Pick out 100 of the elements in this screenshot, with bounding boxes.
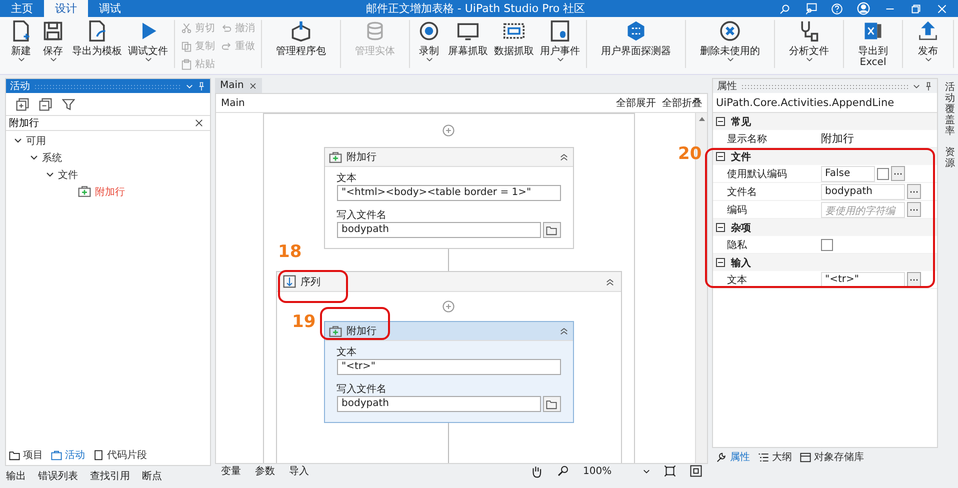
tree-item[interactable]: 可用 xyxy=(26,134,46,148)
output-tab[interactable]: 断点 xyxy=(142,469,162,483)
account-icon[interactable] xyxy=(857,2,870,15)
tree-item[interactable]: 文件 xyxy=(58,168,78,182)
ribbon-button[interactable]: 管理程序包 xyxy=(266,20,336,57)
clipboard-icon xyxy=(181,58,192,70)
tree-item[interactable]: 系统 xyxy=(42,150,62,164)
zoom-level[interactable]: 100% xyxy=(583,466,629,476)
field-label: 文本 xyxy=(336,172,358,185)
collapse-toggle-icon[interactable] xyxy=(716,258,725,267)
panel-title: 活动 xyxy=(10,80,30,93)
expand-all-icon[interactable] xyxy=(16,98,29,110)
designer-tab[interactable]: 变量 xyxy=(221,464,241,478)
checkbox[interactable] xyxy=(821,238,833,250)
add-activity-icon[interactable] xyxy=(442,300,455,313)
collapse-all-icon[interactable] xyxy=(39,98,52,110)
breadcrumb[interactable]: Main xyxy=(221,98,610,108)
collapse-toggle-icon[interactable] xyxy=(716,223,725,232)
ribbon-button[interactable]: 调试文件 xyxy=(126,20,170,62)
property-field[interactable]: False xyxy=(821,166,875,182)
hand-icon[interactable] xyxy=(530,464,543,478)
caret-icon xyxy=(556,57,564,62)
collapse-toggle-icon[interactable] xyxy=(716,117,725,126)
panel-tab[interactable]: 属性 xyxy=(716,450,750,464)
side-tab[interactable]: 活动覆盖率 xyxy=(945,82,955,137)
fit-screen-icon[interactable] xyxy=(664,465,676,477)
package-icon xyxy=(290,20,312,42)
expression-field[interactable]: bodypath xyxy=(336,222,540,238)
document-tab[interactable]: Main xyxy=(215,78,262,93)
browse-folder-button[interactable] xyxy=(542,222,560,238)
property-field[interactable]: "<tr>" xyxy=(821,272,905,288)
pin-icon[interactable] xyxy=(924,82,933,90)
chevron-icon[interactable] xyxy=(14,136,22,144)
folder-icon xyxy=(546,398,557,410)
ribbon-button[interactable]: 录制 xyxy=(414,20,444,62)
panel-tab[interactable]: 项目 xyxy=(9,448,43,462)
panel-tab[interactable]: 代码片段 xyxy=(93,448,147,462)
field-label: 文本 xyxy=(336,346,358,359)
ribbon-button[interactable]: 新建 xyxy=(6,20,36,62)
property-field[interactable]: bodypath xyxy=(821,184,905,200)
menu-tab[interactable]: 设计 xyxy=(44,0,88,17)
mouse-window-icon xyxy=(549,20,571,42)
save-icon xyxy=(42,20,64,42)
expand-all-link[interactable]: 全部展开 xyxy=(616,96,656,110)
activity-card[interactable]: 附加行 文本 "<html><body><table border = 1>" 写入文件名 bodypath xyxy=(324,147,574,249)
ellipsis-button[interactable] xyxy=(907,272,921,287)
panel-tab[interactable]: 对象存储库 xyxy=(800,450,864,464)
output-tab[interactable]: 查找引用 xyxy=(90,469,130,483)
ribbon-button[interactable]: 发布 xyxy=(907,20,949,62)
field-label: 写入文件名 xyxy=(336,382,388,396)
ribbon-button[interactable]: 用户界面探测器 xyxy=(591,20,681,57)
designer-tab[interactable]: 参数 xyxy=(255,464,275,478)
designer-tab[interactable]: 导入 xyxy=(289,464,309,478)
ribbon-button[interactable]: 导出到 Excel xyxy=(848,20,898,68)
chevron-icon[interactable] xyxy=(46,170,54,178)
annotation-number: 18 xyxy=(278,242,302,262)
clear-icon[interactable] xyxy=(194,118,204,128)
browse-folder-button[interactable] xyxy=(542,396,560,412)
zoom-icon[interactable] xyxy=(557,465,569,477)
expression-field[interactable]: bodypath xyxy=(336,396,540,412)
panel-title: 属性 xyxy=(717,80,737,93)
restore-icon[interactable] xyxy=(910,2,922,14)
expression-field[interactable]: "<html><body><table border = 1>" xyxy=(336,185,560,201)
chevron-icon[interactable] xyxy=(30,154,38,162)
panel-tab[interactable]: 活动 xyxy=(51,448,85,462)
feedback-icon[interactable] xyxy=(805,2,817,14)
expression-field[interactable]: "<tr>" xyxy=(336,359,560,375)
activity-title: 附加行 xyxy=(346,324,378,338)
tree-item[interactable]: 附加行 xyxy=(95,184,125,198)
ribbon-button[interactable]: 导出为模板 xyxy=(70,20,124,57)
output-tab[interactable]: 输出 xyxy=(6,469,26,483)
search-icon[interactable] xyxy=(779,2,791,14)
ribbon-button[interactable]: 分析文件 xyxy=(779,20,839,62)
close-icon[interactable] xyxy=(936,2,948,14)
remove-icon xyxy=(719,20,741,42)
side-tab[interactable]: 资源 xyxy=(945,147,955,169)
ribbon-button[interactable]: 用户事件 xyxy=(538,20,582,62)
filter-icon[interactable] xyxy=(62,98,75,110)
database-icon xyxy=(364,20,386,42)
scroll-up-icon[interactable] xyxy=(698,117,704,121)
ribbon-button[interactable]: 屏幕抓取 xyxy=(446,20,490,57)
collapse-toggle-icon[interactable] xyxy=(716,152,725,161)
add-activity-icon[interactable] xyxy=(442,124,455,137)
overview-icon[interactable] xyxy=(690,465,702,477)
menu-tab[interactable]: 调试 xyxy=(88,0,132,17)
help-icon[interactable] xyxy=(831,2,843,14)
menu-tab[interactable]: 主页 xyxy=(0,0,44,17)
ribbon-button[interactable]: 删除未使用的 xyxy=(690,20,770,62)
ribbon-button[interactable]: 数据抓取 xyxy=(492,20,536,57)
collapse-all-link[interactable]: 全部折叠 xyxy=(662,96,702,110)
activity-card[interactable]: 附加行 文本 "<tr>" 写入文件名 bodypath xyxy=(324,321,574,423)
property-label: 使用默认编码 xyxy=(726,168,788,180)
ribbon-button[interactable]: 保存 xyxy=(38,20,68,62)
collapse-icon xyxy=(604,276,614,286)
highlight-frame xyxy=(278,270,348,303)
output-tab[interactable]: 错误列表 xyxy=(38,469,78,483)
panel-tab[interactable]: 大纲 xyxy=(758,450,792,464)
caret-icon xyxy=(913,84,920,88)
property-label: 文件名 xyxy=(726,186,758,198)
checkbox[interactable] xyxy=(877,168,889,180)
